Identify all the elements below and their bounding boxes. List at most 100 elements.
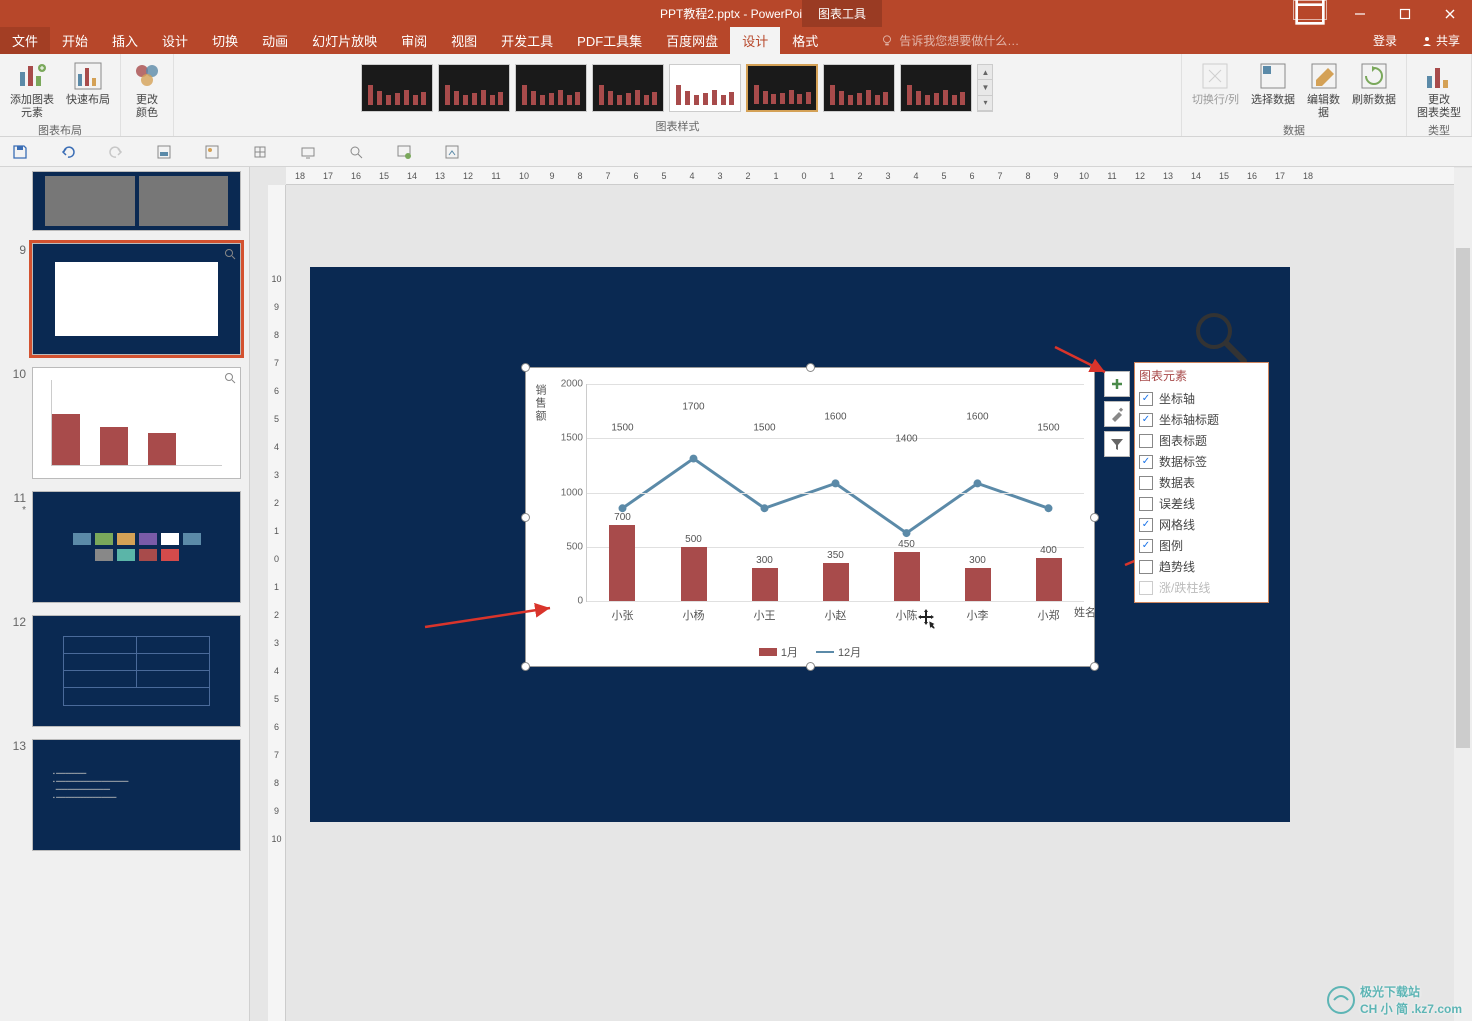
qat-icon-1[interactable] [154,142,174,162]
slide-thumbnail-9[interactable] [32,243,241,355]
y-axis-title[interactable]: 销售额 [532,384,548,423]
chart-bar[interactable]: 400 [1036,558,1062,601]
tab-file[interactable]: 文件 [0,27,50,54]
chart-filters-button[interactable] [1104,431,1130,457]
slide-thumbnail-10[interactable] [32,367,241,479]
chart-elements-button[interactable] [1104,371,1130,397]
chart-style-3[interactable] [515,64,587,112]
slide-editor[interactable]: 1817161514131211109876543210123456789101… [250,167,1472,1021]
slide-thumbnails-panel[interactable]: 9 10 11* 12 13▪ ━━━━━━━━━━▪ ━━━━━━━━━━━━… [0,167,250,1021]
selection-handle[interactable] [806,363,815,372]
quick-access-toolbar [0,137,1472,167]
maximize-button[interactable] [1382,0,1427,27]
flyout-item[interactable]: 图表标题 [1139,430,1264,451]
chart-style-1[interactable] [361,64,433,112]
chart-styles-button[interactable] [1104,401,1130,427]
flyout-item: 涨/跌柱线 [1139,577,1264,598]
minimize-button[interactable] [1337,0,1382,27]
slide-thumbnail-8-partial[interactable] [32,171,241,231]
share-button[interactable]: 共享 [1409,27,1472,54]
chart-style-2[interactable] [438,64,510,112]
ribbon-group-layout-label: 图表布局 [38,122,82,138]
tab-baidu[interactable]: 百度网盘 [654,27,730,54]
chart-style-6[interactable] [746,64,818,112]
chart-bar[interactable]: 300 [752,568,778,601]
chart-legend[interactable]: 1月 12月 [526,644,1094,660]
redo-button[interactable] [106,142,126,162]
ruler-vertical: 10987654321012345678910 [268,185,286,1021]
checkbox-icon [1139,455,1153,469]
x-axis-title[interactable]: 姓名 [1074,604,1096,620]
chart-styles-gallery[interactable]: ▲▼▾ [357,58,997,118]
chart-bar[interactable]: 700 [609,525,635,601]
select-data-button[interactable]: 选择数据 [1247,58,1299,109]
selection-handle[interactable] [1090,513,1099,522]
selection-handle[interactable] [806,662,815,671]
tab-slideshow[interactable]: 幻灯片放映 [300,27,389,54]
chart-bar[interactable]: 450 [894,552,920,601]
flyout-item[interactable]: 图例 [1139,535,1264,556]
flyout-item[interactable]: 坐标轴标题 [1139,409,1264,430]
qat-icon-2[interactable] [202,142,222,162]
chart-style-8[interactable] [900,64,972,112]
chart-line-series[interactable] [587,384,1084,881]
tab-animations[interactable]: 动画 [250,27,300,54]
chart-styles-scroll[interactable]: ▲▼▾ [977,64,993,112]
change-chart-type-button[interactable]: 更改 图表类型 [1413,58,1465,122]
edit-data-button[interactable]: 编辑数 据 [1303,58,1344,122]
chart-bar[interactable]: 500 [681,547,707,601]
flyout-item[interactable]: 数据表 [1139,472,1264,493]
save-button[interactable] [10,142,30,162]
switch-row-col-button[interactable]: 切换行/列 [1188,58,1243,109]
qat-icon-5[interactable] [346,142,366,162]
flyout-item[interactable]: 误差线 [1139,493,1264,514]
chart-plot-area[interactable]: 0500100015002000700小张1500500小杨1700300小王1… [586,384,1084,602]
zoom-icon [224,372,236,384]
vertical-scrollbar[interactable] [1454,168,1472,1021]
chart-bar[interactable]: 350 [823,563,849,601]
chart-style-7[interactable] [823,64,895,112]
flyout-item[interactable]: 坐标轴 [1139,388,1264,409]
qat-icon-6[interactable] [394,142,414,162]
undo-button[interactable] [58,142,78,162]
login-button[interactable]: 登录 [1361,27,1409,54]
tab-pdf[interactable]: PDF工具集 [565,27,654,54]
slide-thumbnail-11[interactable] [32,491,241,603]
qat-icon-4[interactable] [298,142,318,162]
chart-style-4[interactable] [592,64,664,112]
slide-thumbnail-12[interactable] [32,615,241,727]
selection-handle[interactable] [521,363,530,372]
close-button[interactable] [1427,0,1472,27]
change-colors-button[interactable]: 更改 颜色 [127,58,167,122]
quick-layout-button[interactable]: 快速布局 [62,58,114,109]
add-chart-element-button[interactable]: 添加图表 元素 [6,58,58,122]
chart-bar[interactable]: 300 [965,568,991,601]
tab-home[interactable]: 开始 [50,27,100,54]
tell-me-search[interactable]: 告诉我您想要做什么… [880,27,1019,54]
tab-chart-design[interactable]: 设计 [730,27,780,54]
ribbon-display-options-icon[interactable] [1293,0,1327,20]
tab-developer[interactable]: 开发工具 [489,27,565,54]
flyout-item[interactable]: 趋势线 [1139,556,1264,577]
flyout-item[interactable]: 数据标签 [1139,451,1264,472]
tab-review[interactable]: 审阅 [389,27,439,54]
scrollbar-thumb[interactable] [1456,248,1470,748]
tab-transitions[interactable]: 切换 [200,27,250,54]
tab-chart-format[interactable]: 格式 [780,27,830,54]
chart-object[interactable]: 销售额 0500100015002000700小张1500500小杨170030… [525,367,1095,667]
chart-style-5[interactable] [669,64,741,112]
qat-icon-3[interactable] [250,142,270,162]
tab-design-ppt[interactable]: 设计 [150,27,200,54]
tab-view[interactable]: 视图 [439,27,489,54]
selection-handle[interactable] [1090,662,1099,671]
selection-handle[interactable] [521,513,530,522]
tab-insert[interactable]: 插入 [100,27,150,54]
slide-thumbnail-13[interactable]: ▪ ━━━━━━━━━━▪ ━━━━━━━━━━━━━━━━━━━━━━━━ ━… [32,739,241,851]
qat-icon-7[interactable] [442,142,462,162]
switch-row-col-icon [1199,60,1231,92]
flyout-item[interactable]: 网格线 [1139,514,1264,535]
refresh-data-button[interactable]: 刷新数据 [1348,58,1400,109]
selection-handle[interactable] [1090,363,1099,372]
ribbon-group-data-label: 数据 [1283,122,1305,138]
selection-handle[interactable] [521,662,530,671]
